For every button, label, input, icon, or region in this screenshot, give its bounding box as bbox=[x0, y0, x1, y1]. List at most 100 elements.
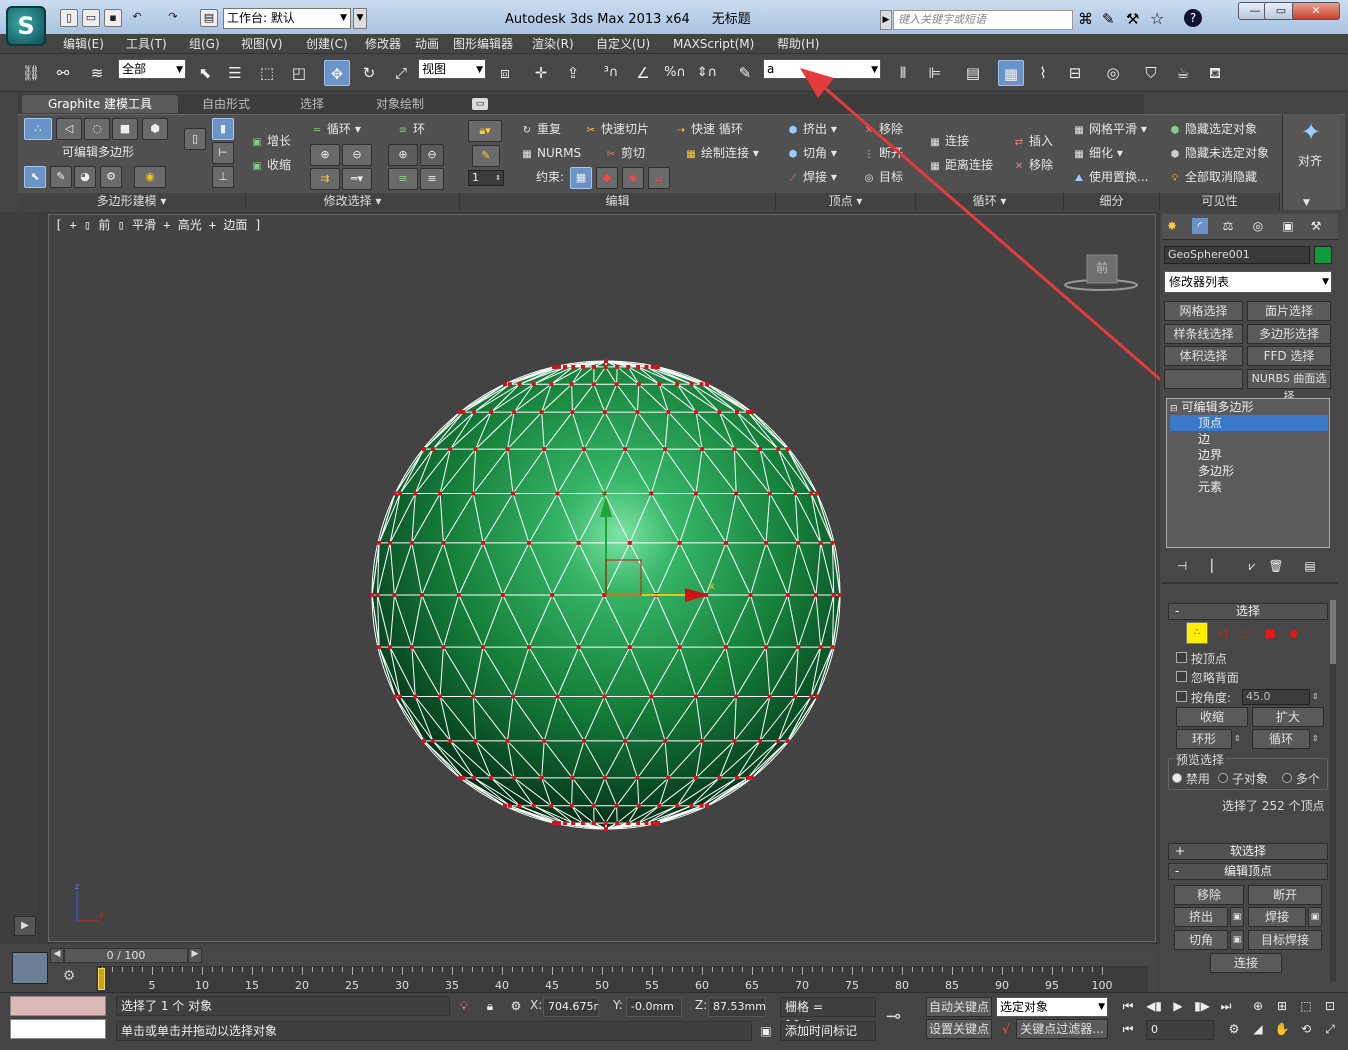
go-to-start-icon[interactable]: ⏮ bbox=[1120, 998, 1136, 1014]
key-filters-button[interactable]: 关键点过滤器... bbox=[1016, 1019, 1108, 1039]
vertex-marker[interactable] bbox=[517, 382, 522, 387]
tab-freeform[interactable]: 自由形式 bbox=[202, 95, 250, 113]
vertex-marker[interactable] bbox=[581, 364, 585, 369]
ignore-backfacing-icon[interactable]: ⊥ bbox=[212, 166, 234, 188]
element-mode-icon[interactable]: ⬢ bbox=[142, 118, 168, 140]
vertex-marker[interactable] bbox=[438, 694, 443, 699]
vertex-marker[interactable] bbox=[814, 694, 819, 699]
window-crossing-icon[interactable]: ◰ bbox=[286, 60, 312, 86]
vertex-marker[interactable] bbox=[409, 645, 414, 650]
by-angle-checkbox[interactable]: 按角度: bbox=[1176, 689, 1231, 706]
vertex-marker[interactable] bbox=[767, 694, 772, 699]
current-frame-input[interactable]: 0 bbox=[1146, 1020, 1214, 1040]
vertex-marker[interactable] bbox=[377, 645, 382, 650]
vertex-marker[interactable] bbox=[689, 803, 694, 808]
rollout-selection[interactable]: - 选择 bbox=[1168, 603, 1328, 620]
set-key-icon[interactable]: ⊸ bbox=[886, 1006, 916, 1030]
vertex-marker[interactable] bbox=[422, 447, 426, 452]
display-tab-icon[interactable]: ▣ bbox=[1280, 218, 1296, 234]
vol-select-button[interactable]: 体积选择 bbox=[1164, 346, 1243, 366]
vertex-marker[interactable] bbox=[626, 821, 631, 826]
vertex-marker[interactable] bbox=[699, 382, 704, 387]
vertex-marker[interactable] bbox=[636, 803, 641, 808]
tab-object-paint[interactable]: 对象绘制 bbox=[376, 95, 424, 113]
vertex-marker[interactable] bbox=[656, 821, 661, 826]
vertex-marker[interactable] bbox=[623, 738, 628, 743]
x-coord-input[interactable]: 704.675mm bbox=[543, 997, 599, 1017]
vertex-marker[interactable] bbox=[717, 410, 722, 415]
preview-off-radio[interactable]: 禁用 bbox=[1172, 770, 1210, 787]
repeat-button[interactable]: ↻ 重复 bbox=[520, 120, 561, 138]
preview-subobject-icon[interactable]: ▮ bbox=[212, 118, 234, 140]
vertex-marker[interactable] bbox=[441, 540, 446, 545]
vertex-marker[interactable] bbox=[732, 738, 737, 743]
vertex-marker[interactable] bbox=[663, 738, 668, 743]
vertex-marker[interactable] bbox=[657, 803, 662, 808]
nurbs-surface-select-button[interactable]: NURBS 曲面选择 bbox=[1247, 369, 1331, 403]
vertex-marker[interactable] bbox=[793, 491, 798, 496]
vertex-marker[interactable] bbox=[604, 827, 608, 831]
vertex-marker[interactable] bbox=[830, 645, 835, 650]
vertex-marker[interactable] bbox=[723, 540, 728, 545]
hide-selected-button[interactable]: ⬢ 隐藏选定对象 bbox=[1168, 120, 1257, 138]
track-ruler[interactable]: 0510152025303540455055606570758085909510… bbox=[96, 966, 1148, 992]
menu-tools[interactable]: 工具(T) bbox=[126, 34, 167, 54]
vertex-marker[interactable] bbox=[838, 593, 842, 597]
go-to-end-icon[interactable]: ⏭ bbox=[1218, 998, 1234, 1014]
vertex-marker[interactable] bbox=[818, 645, 823, 650]
y-coord-input[interactable]: -0.0mm bbox=[626, 997, 682, 1017]
vertex-marker[interactable] bbox=[767, 491, 772, 496]
vertex-marker[interactable] bbox=[563, 364, 567, 369]
by-vertex-checkbox[interactable]: 按顶点 bbox=[1176, 650, 1227, 667]
make-unique-icon[interactable]: ⩗ bbox=[1244, 558, 1260, 574]
absolute-mode-icon[interactable]: ⚙ bbox=[508, 998, 524, 1014]
vertex-marker[interactable] bbox=[749, 410, 754, 415]
patch-select-button[interactable]: 面片选择 bbox=[1247, 301, 1331, 321]
time-next-button[interactable]: ▶ bbox=[188, 948, 202, 963]
bind-spacewarp-icon[interactable]: ≋ bbox=[84, 60, 110, 86]
empty-modifier-button[interactable] bbox=[1164, 369, 1243, 389]
select-by-name-icon[interactable]: ☰ bbox=[222, 60, 248, 86]
time-tag-icon[interactable]: ▣ bbox=[758, 1023, 774, 1039]
vertex-marker[interactable] bbox=[675, 382, 680, 387]
vertex-marker[interactable] bbox=[677, 645, 682, 650]
stack-item-polygon[interactable]: 多边形 bbox=[1170, 463, 1328, 479]
vertex-marker[interactable] bbox=[448, 447, 453, 452]
vertex-marker[interactable] bbox=[555, 694, 560, 699]
tools-icon[interactable]: ⚒ bbox=[1126, 10, 1139, 28]
vertex-marker[interactable] bbox=[517, 803, 522, 808]
track-bar-icon[interactable]: ⚙ bbox=[58, 968, 80, 988]
vertex-marker[interactable] bbox=[627, 540, 632, 545]
vertex-marker[interactable] bbox=[592, 821, 596, 826]
render-production-icon[interactable]: ⛾ bbox=[1202, 60, 1228, 86]
vertex-marker[interactable] bbox=[398, 491, 403, 496]
vertex-marker[interactable] bbox=[717, 775, 722, 780]
vertex-marker[interactable] bbox=[591, 382, 596, 387]
auto-key-button[interactable]: 自动关键点 bbox=[926, 997, 992, 1017]
extrude-vertex-panel-button[interactable]: 挤出 bbox=[1174, 907, 1228, 927]
vertex-marker[interactable] bbox=[473, 447, 478, 452]
create-tab-icon[interactable]: ✸ bbox=[1164, 218, 1180, 234]
polygon-mode-icon[interactable]: ■ bbox=[112, 118, 138, 140]
chamfer-vertex-panel-button[interactable]: 切角 bbox=[1174, 930, 1228, 950]
ffd-select-button[interactable]: FFD 选择 bbox=[1247, 346, 1331, 366]
vertex-marker[interactable] bbox=[472, 410, 477, 415]
chamfer-settings-icon[interactable]: ▣ bbox=[1230, 930, 1244, 950]
vertex-marker[interactable] bbox=[422, 738, 426, 743]
object-name-field[interactable]: GeoSphere001 bbox=[1164, 246, 1310, 264]
shrink-button[interactable]: ▣ 收缩 bbox=[250, 156, 291, 174]
hierarchy-tab-icon[interactable]: ⚖ bbox=[1220, 218, 1236, 234]
app-logo-icon[interactable]: S bbox=[6, 6, 46, 46]
vertex-marker[interactable] bbox=[571, 364, 576, 369]
angle-spinner-input[interactable]: 45.0 bbox=[1242, 689, 1310, 705]
target-weld-panel-button[interactable]: 目标焊接 bbox=[1248, 930, 1322, 950]
percent-snap-icon[interactable]: %∩ bbox=[662, 60, 688, 86]
snaps-toggle-icon[interactable]: ³∩ bbox=[598, 60, 624, 86]
selection-filter-dropdown[interactable]: 全部 ▼ bbox=[118, 59, 186, 79]
object-color-swatch[interactable] bbox=[1314, 246, 1332, 264]
preserve-uvs-icon[interactable]: 🔒︎▾ bbox=[468, 120, 502, 142]
pin-stack-icon[interactable]: ⊣ bbox=[1174, 558, 1190, 574]
vertex-marker[interactable] bbox=[700, 447, 705, 452]
vertex-marker[interactable] bbox=[527, 540, 531, 545]
vertex-marker[interactable] bbox=[603, 364, 608, 369]
